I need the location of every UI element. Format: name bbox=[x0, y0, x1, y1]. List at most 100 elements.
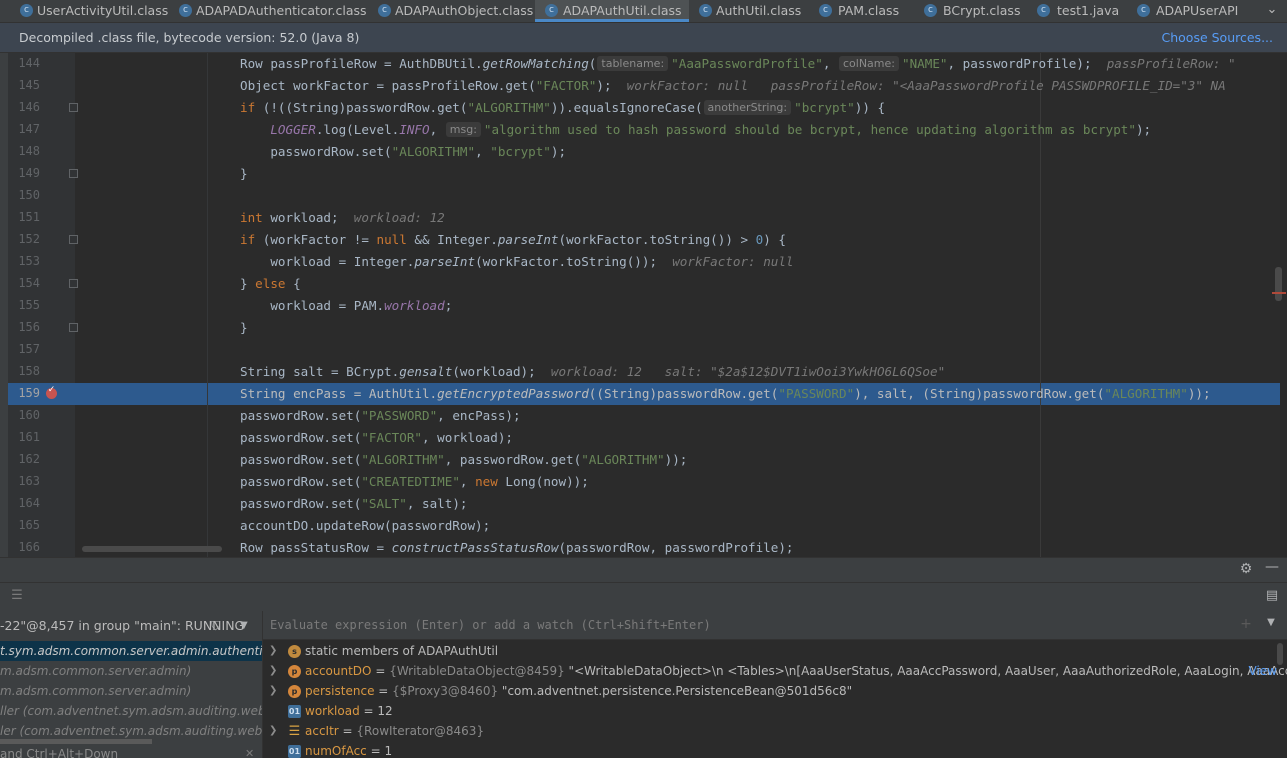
stack-frame[interactable]: m.adsm.common.server.admin) bbox=[0, 661, 262, 681]
gutter-strip bbox=[0, 53, 8, 557]
line-number: 144 bbox=[18, 56, 40, 70]
debug-toolbar: ☰ ▤ bbox=[0, 582, 1287, 612]
line-number: 164 bbox=[18, 496, 40, 510]
line-number: 160 bbox=[18, 408, 40, 422]
line-number: 162 bbox=[18, 452, 40, 466]
primitive-int-icon: 01 bbox=[288, 705, 301, 718]
variable-value: 12 bbox=[377, 704, 393, 718]
fold-marker-icon[interactable] bbox=[69, 323, 78, 332]
variable-row-workload[interactable]: 01 workload = 12 bbox=[263, 701, 1287, 721]
tab-pam[interactable]: c PAM.class bbox=[809, 0, 915, 22]
inline-value: passProfileRow: "<AaaPasswordProfile PAS… bbox=[770, 78, 1226, 93]
variable-type: {$Proxy3@8460} bbox=[392, 684, 499, 698]
variable-row-persistence[interactable]: ❯ p persistence = {$Proxy3@8460} "com.ad… bbox=[263, 681, 1287, 701]
variable-row-accitr[interactable]: ❯ ☰ accItr = {RowIterator@8463} bbox=[263, 721, 1287, 741]
code-line-148: passwordRow.set("ALGORITHM", "bcrypt"); bbox=[240, 144, 567, 159]
chevron-down-icon[interactable]: ▼ bbox=[240, 613, 248, 639]
variable-name: accItr bbox=[305, 724, 339, 738]
gear-icon[interactable]: ⚙ bbox=[1237, 561, 1255, 577]
stack-frame[interactable]: m.adsm.common.server.admin) bbox=[0, 681, 262, 701]
thread-selector[interactable]: -22"@8,457 in group "main": RUNNING ⛉ ▼ bbox=[0, 613, 262, 639]
tab-label: BCrypt.class bbox=[943, 3, 1021, 18]
variable-name: workload bbox=[305, 704, 360, 718]
breakpoint-check-icon: ✓ bbox=[47, 385, 56, 395]
line-number: 165 bbox=[18, 518, 40, 532]
fold-marker-icon[interactable] bbox=[69, 235, 78, 244]
parameter-icon: p bbox=[288, 665, 301, 678]
code-line-154: } else { bbox=[240, 276, 301, 291]
expand-chevron-icon[interactable]: ❯ bbox=[269, 641, 277, 661]
tab-useractivityutil[interactable]: c UserActivityUtil.class bbox=[0, 0, 170, 22]
param-hint: anotherString: bbox=[703, 100, 792, 115]
line-number-current: 159 bbox=[18, 386, 40, 400]
add-watch-icon[interactable]: + bbox=[1237, 616, 1255, 632]
error-stripe-marker[interactable] bbox=[1272, 292, 1286, 294]
filter-icon[interactable]: ⛉ bbox=[211, 613, 220, 639]
class-file-icon: c bbox=[378, 4, 391, 17]
code-line-158: String salt = BCrypt.gensalt(workload); … bbox=[240, 364, 946, 379]
line-number: 156 bbox=[18, 320, 40, 334]
tab-test1[interactable]: c test1.java bbox=[1027, 0, 1127, 22]
variable-row-accountdo[interactable]: ❯ p accountDO = {WritableDataObject@8459… bbox=[263, 661, 1287, 681]
stack-frame[interactable]: t.sym.adsm.common.server.admin.authentic… bbox=[0, 641, 262, 661]
fold-marker-icon[interactable] bbox=[69, 279, 78, 288]
interface-file-icon: c bbox=[819, 4, 832, 17]
horizontal-scrollbar[interactable] bbox=[82, 546, 222, 552]
expand-chevron-icon[interactable]: ❯ bbox=[269, 661, 277, 681]
expand-chevron-icon[interactable]: ❯ bbox=[269, 721, 277, 741]
code-line-151: int workload; workload: 12 bbox=[240, 210, 445, 225]
line-number: 154 bbox=[18, 276, 40, 290]
evaluate-bar: + ▼ bbox=[263, 611, 1287, 640]
inline-value: workFactor: null bbox=[672, 254, 794, 269]
line-number: 161 bbox=[18, 430, 40, 444]
line-number: 145 bbox=[18, 78, 40, 92]
list-icon: ☰ bbox=[288, 724, 301, 739]
vertical-scrollbar[interactable] bbox=[1275, 267, 1282, 301]
evaluate-expression-input[interactable] bbox=[263, 611, 1230, 639]
tab-adapauthobject[interactable]: c ADAPAuthObject.class bbox=[370, 0, 535, 22]
choose-sources-link[interactable]: Choose Sources... bbox=[1162, 23, 1274, 52]
tab-adapadauthenticator[interactable]: c ADAPADAuthenticator.class bbox=[170, 0, 370, 22]
stack-frame[interactable]: ller (com.adventnet.sym.adsm.auditing.we… bbox=[0, 701, 262, 721]
close-icon[interactable]: ✕ bbox=[245, 744, 254, 758]
expand-chevron-icon[interactable]: ❯ bbox=[269, 681, 277, 701]
layout-options-icon[interactable]: ▤ bbox=[1263, 588, 1281, 603]
line-number: 163 bbox=[18, 474, 40, 488]
tab-label: test1.java bbox=[1057, 3, 1120, 18]
tab-label: ADAPADAuthenticator.class bbox=[196, 3, 367, 18]
minimize-icon[interactable]: — bbox=[1263, 559, 1281, 575]
code-line-149: } bbox=[240, 166, 248, 181]
line-number: 147 bbox=[18, 122, 40, 136]
fold-marker-icon[interactable] bbox=[69, 169, 78, 178]
line-number: 146 bbox=[18, 100, 40, 114]
variables-scrollbar[interactable] bbox=[1277, 643, 1283, 665]
code-editor[interactable]: 144 145 146 147 148 149 150 151 152 153 … bbox=[0, 53, 1287, 557]
line-number: 150 bbox=[18, 188, 40, 202]
frames-hint: and Ctrl+Alt+Down bbox=[0, 747, 119, 758]
code-line-144: Row passProfileRow = AuthDBUtil.getRowMa… bbox=[240, 56, 1236, 71]
class-file-icon: c bbox=[1037, 4, 1050, 17]
tab-authutil[interactable]: c AuthUtil.class bbox=[689, 0, 809, 22]
line-number: 166 bbox=[18, 540, 40, 554]
stack-frame[interactable]: ler (com.adventnet.sym.adsm.auditing.web… bbox=[0, 721, 262, 741]
code-line-155: workload = PAM.workload; bbox=[240, 298, 453, 313]
line-number: 148 bbox=[18, 144, 40, 158]
tab-adapuserapi[interactable]: c ADAPUserAPI bbox=[1127, 0, 1257, 22]
tab-label: ADAPAuthObject.class bbox=[395, 3, 534, 18]
chevron-down-icon[interactable]: ▼ bbox=[1263, 617, 1279, 628]
tab-adapauthutil[interactable]: c ADAPAuthUtil.class bbox=[535, 0, 689, 22]
frames-panel: -22"@8,457 in group "main": RUNNING ⛉ ▼ … bbox=[0, 611, 263, 758]
breakpoint-icon[interactable]: ✓ bbox=[46, 385, 57, 399]
fold-marker-icon[interactable] bbox=[69, 103, 78, 112]
variable-row-static[interactable]: ❯ s static members of ADAPAuthUtil bbox=[263, 641, 1287, 661]
view-link[interactable]: View bbox=[1249, 661, 1277, 681]
frames-layout-icon[interactable]: ☰ bbox=[8, 588, 26, 603]
class-file-icon: c bbox=[20, 4, 33, 17]
code-line-164: passwordRow.set("SALT", salt); bbox=[240, 496, 468, 511]
tab-label: UserActivityUtil.class bbox=[37, 3, 169, 18]
inline-value: salt: "$2a$12$DVT1iwOoi3YwkHO6L6QSoe" bbox=[664, 364, 946, 379]
variable-row-numofacc[interactable]: 01 numOfAcc = 1 bbox=[263, 741, 1287, 758]
code-line-160: passwordRow.set("PASSWORD", encPass); bbox=[240, 408, 521, 423]
tab-bcrypt[interactable]: c BCrypt.class bbox=[915, 0, 1027, 22]
tab-overflow-chevron-icon[interactable]: ⌄ bbox=[1257, 0, 1287, 22]
